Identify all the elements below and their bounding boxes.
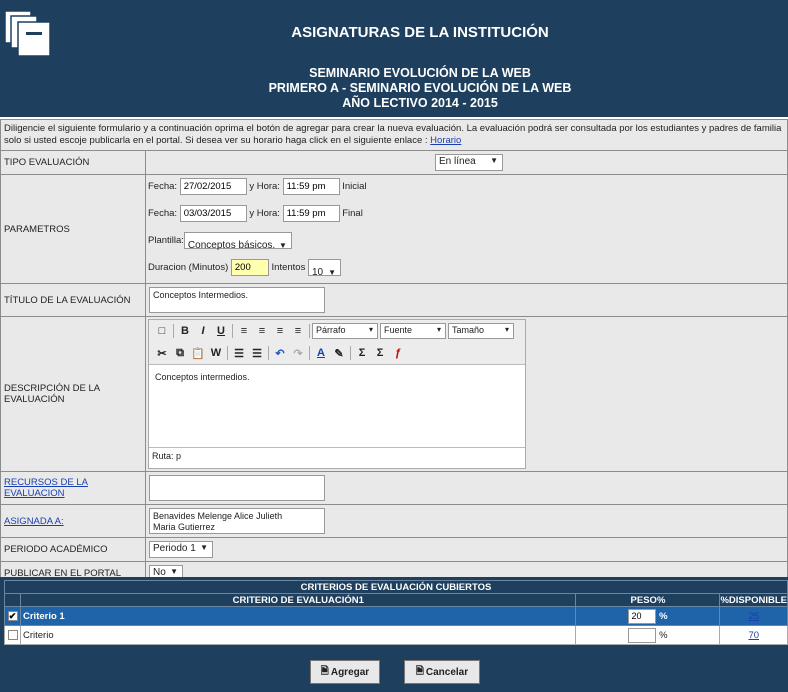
intro-text: Diligencie el siguiente formulario y a c… (0, 119, 788, 151)
fecha-inicio-input[interactable] (179, 177, 247, 195)
tamano-select[interactable]: Tamaño ▾ (448, 323, 514, 339)
chevron-down-icon: ▼ (170, 567, 178, 576)
hora-inicio-input[interactable] (282, 177, 340, 195)
hora-fin-input[interactable] (282, 204, 340, 222)
align-right-icon[interactable]: ≡ (271, 325, 289, 337)
criterios-panel: CRITERIOS DE EVALUACIÓN CUBIERTOS CRITER… (0, 577, 788, 649)
add-document-icon: 🗎 (320, 665, 329, 677)
underline-icon[interactable]: U (212, 325, 230, 337)
table-row[interactable]: Criterio % 70 (4, 625, 788, 645)
col-disponible-header: %DISPONIBLE (719, 593, 788, 607)
align-left-icon[interactable]: ≡ (235, 325, 253, 337)
fecha-fin-input[interactable] (179, 204, 247, 222)
descripcion-label: DESCRIPCIÓN DE LA EVALUACIÓN (0, 316, 146, 472)
editor-toolbar-2: ✂ ⧉ 📋 W ☰ ☰ ↶ ↷ A ✎ Σ Σ ƒ (149, 342, 525, 364)
bullet-list-icon[interactable]: ☰ (230, 347, 248, 360)
row-checkbox[interactable] (7, 629, 18, 640)
new-document-icon[interactable]: □ (153, 325, 171, 337)
page-subtitle: SEMINARIO EVOLUCIÓN DE LA WEB PRIMERO A … (190, 66, 650, 111)
agregar-button[interactable]: 🗎 Agregar (310, 660, 380, 684)
peso-input[interactable] (628, 627, 657, 643)
row-checkbox[interactable]: ✔ (7, 610, 18, 621)
chevron-down-icon: ▾ (368, 325, 373, 334)
justify-icon[interactable]: ≡ (289, 325, 307, 337)
rich-text-editor: □ B I U ≡ ≡ ≡ ≡ Párrafo ▾ Fuente ▾ Tamaño ▾… (148, 319, 526, 469)
documents-stack-icon (4, 10, 51, 57)
col-peso-header: PESO% (575, 593, 721, 607)
footer-bar: 🗎 Agregar 🗎 Cancelar (0, 649, 788, 692)
criterios-title: CRITERIOS DE EVALUACIÓN CUBIERTOS (4, 580, 788, 594)
tipo-select[interactable]: En línea ▼ (435, 154, 503, 171)
criterio-name: Criterio (19, 625, 577, 645)
titulo-label: TÍTULO DE LA EVALUACIÓN (0, 283, 146, 317)
chevron-down-icon: ▼ (200, 543, 208, 552)
editor-toolbar-1: □ B I U ≡ ≡ ≡ ≡ Párrafo ▾ Fuente ▾ Tamaño ▾ (149, 320, 525, 342)
undo-icon[interactable]: ↶ (271, 347, 289, 360)
disponible-link[interactable]: 25 (748, 611, 759, 622)
intentos-select[interactable]: 10 ▼ (307, 258, 341, 278)
criterio-name: Criterio 1 (19, 606, 577, 626)
tipo-label: TIPO EVALUACIÓN (0, 150, 146, 175)
titulo-textarea[interactable]: Conceptos Intermedios. (149, 287, 325, 313)
col-criterio-header: CRITERIO DE EVALUACIÓN1 (19, 593, 577, 607)
sum-icon[interactable]: Σ (371, 347, 389, 359)
list-item[interactable]: Benavides Melenge Alice Julieth (153, 511, 321, 522)
chevron-down-icon: ▼ (490, 156, 498, 165)
recursos-textarea[interactable] (149, 475, 325, 501)
peso-input[interactable]: 20 (628, 608, 657, 624)
subtitle-line: SEMINARIO EVOLUCIÓN DE LA WEB (309, 66, 531, 80)
sigma-icon[interactable]: Σ (353, 347, 371, 359)
subtitle-line: PRIMERO A - SEMINARIO EVOLUCIÓN DE LA WE… (268, 81, 572, 95)
disponible-link[interactable]: 70 (748, 630, 759, 641)
chevron-down-icon: ▼ (328, 267, 336, 277)
numbered-list-icon[interactable]: ☰ (248, 347, 266, 360)
chevron-down-icon: ▾ (504, 325, 509, 334)
plantilla-select[interactable]: Conceptos básicos. ▼ (183, 231, 292, 251)
italic-icon[interactable]: I (194, 325, 212, 337)
paste-word-icon[interactable]: W (207, 347, 225, 359)
recursos-label: RECURSOS DE LA EVALUACION (0, 471, 146, 505)
cut-icon[interactable]: ✂ (153, 347, 171, 360)
chevron-down-icon: ▾ (436, 325, 441, 334)
formula-icon[interactable]: ƒ (389, 347, 407, 359)
parrafo-select[interactable]: Párrafo ▾ (312, 323, 378, 339)
criterios-table: CRITERIOS DE EVALUACIÓN CUBIERTOS CRITER… (4, 580, 788, 645)
bold-icon[interactable]: B (176, 325, 194, 337)
editor-content[interactable]: Conceptos intermedios. (149, 364, 525, 448)
table-row[interactable]: ✔ Criterio 1 20 % 25 (4, 606, 788, 626)
align-center-icon[interactable]: ≡ (253, 325, 271, 337)
paste-icon[interactable]: 📋 (189, 347, 207, 360)
parametros-label: PARAMETROS (0, 174, 146, 284)
font-color-icon[interactable]: A (312, 347, 330, 359)
periodo-select[interactable]: Periodo 1 ▼ (149, 541, 213, 558)
asignada-link[interactable]: ASIGNADA A: (4, 516, 64, 527)
redo-icon[interactable]: ↷ (289, 347, 307, 360)
subtitle-line: AÑO LECTIVO 2014 - 2015 (342, 96, 498, 110)
evaluation-form: Diligencie el siguiente formulario y a c… (0, 119, 788, 586)
duracion-input[interactable] (230, 258, 269, 276)
page-title: ASIGNATURAS DE LA INSTITUCIÓN (291, 24, 549, 41)
editor-path: Ruta: p (152, 451, 182, 461)
horario-link[interactable]: Horario (430, 135, 461, 146)
copy-icon[interactable]: ⧉ (171, 347, 189, 360)
cancelar-button[interactable]: 🗎 Cancelar (404, 660, 480, 684)
list-item[interactable]: Maria Gutierrez (153, 522, 321, 533)
header: ASIGNATURAS DE LA INSTITUCIÓN SEMINARIO … (0, 0, 788, 117)
recursos-link[interactable]: RECURSOS DE LA EVALUACION (4, 477, 88, 499)
asignada-listbox[interactable]: Benavides Melenge Alice Julieth Maria Gut… (149, 508, 325, 534)
chevron-down-icon: ▼ (279, 240, 287, 250)
highlight-icon[interactable]: ✎ (330, 347, 348, 360)
asignada-label: ASIGNADA A: (0, 504, 146, 538)
cancel-document-icon: 🗎 (415, 665, 424, 677)
fuente-select[interactable]: Fuente ▾ (380, 323, 446, 339)
periodo-label: PERIODO ACADÉMICO (0, 537, 146, 562)
